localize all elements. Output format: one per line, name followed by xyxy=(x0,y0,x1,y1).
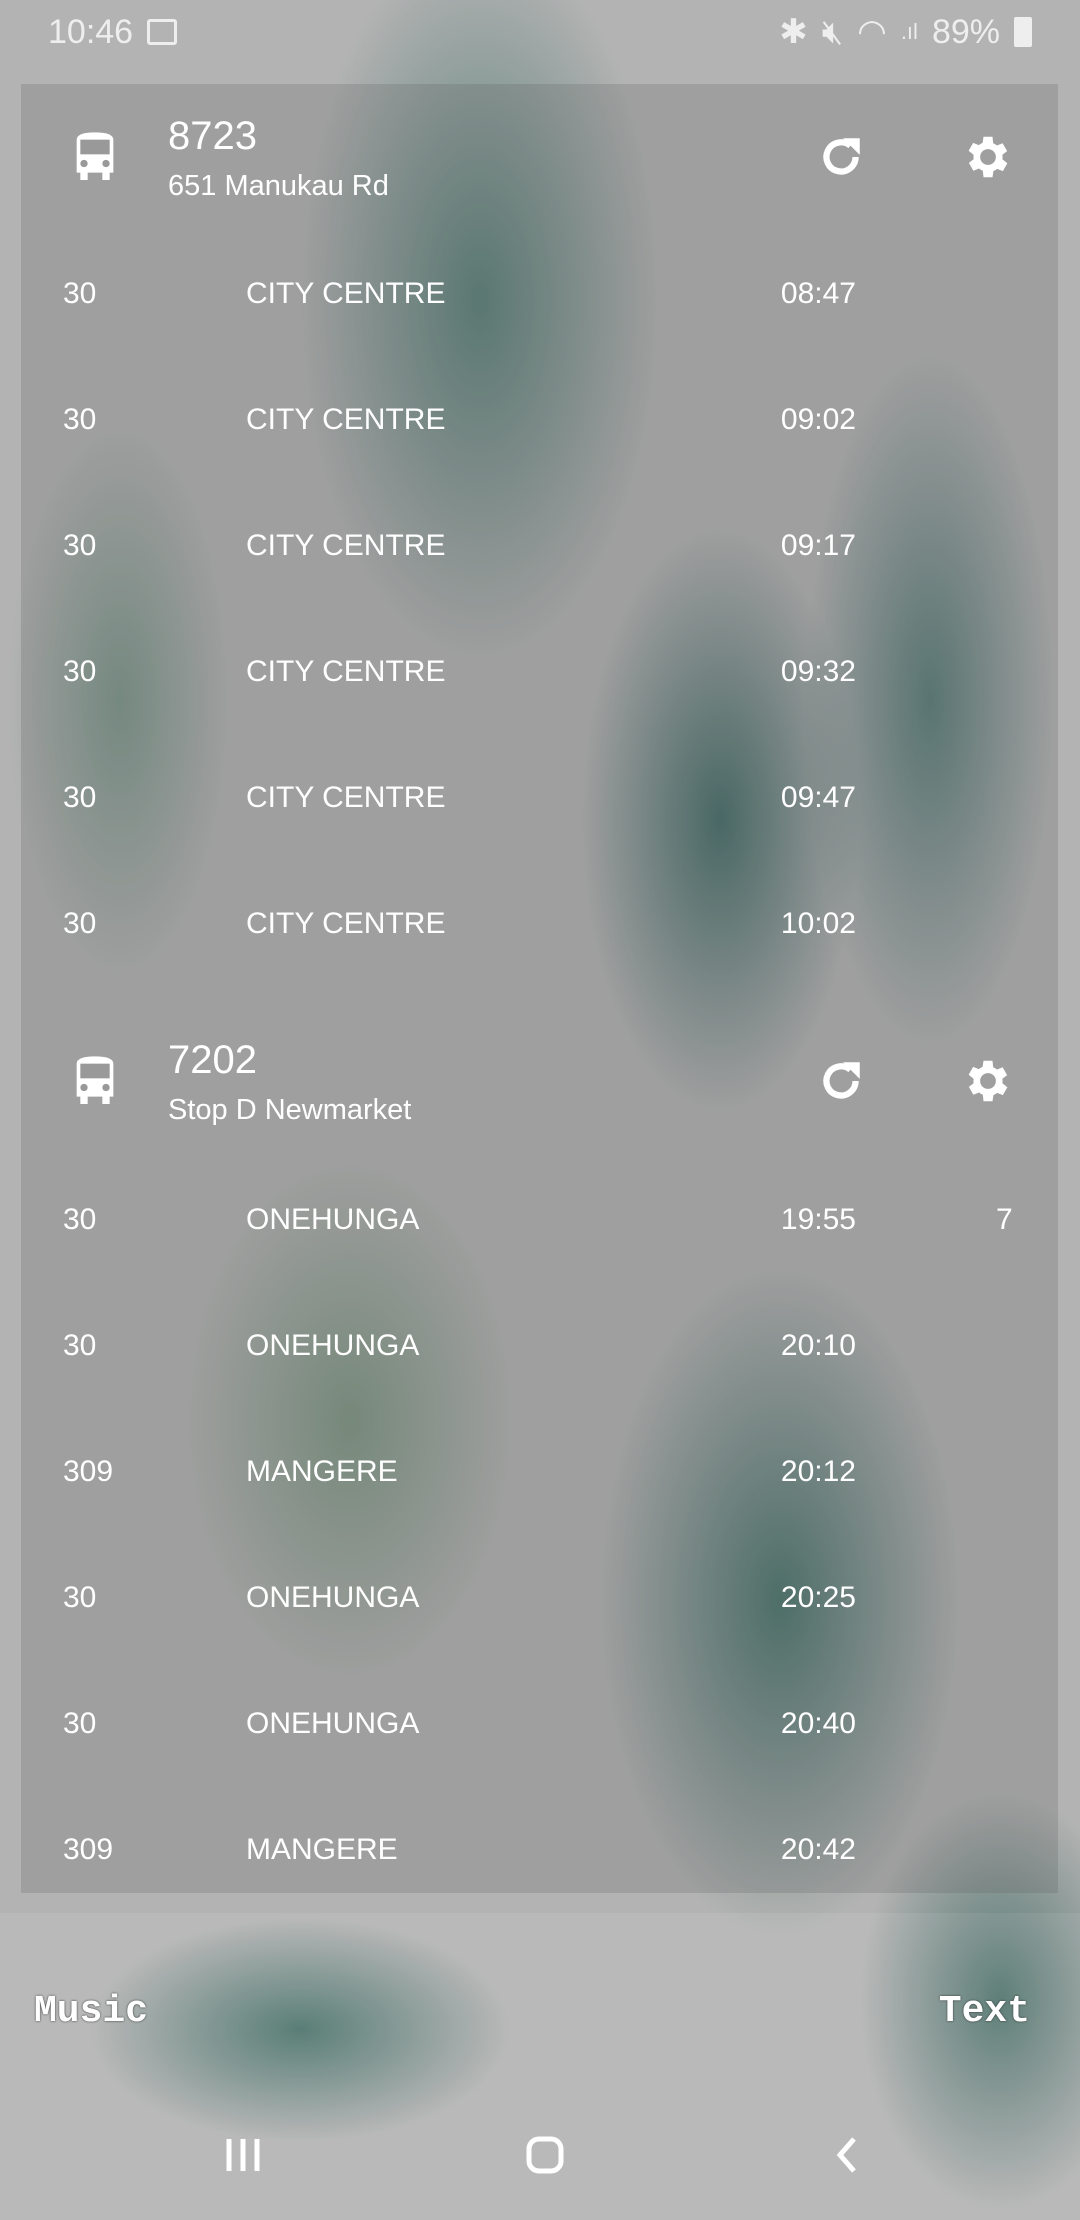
departure-time: 20:10 xyxy=(780,1329,856,1362)
route-number: 30 xyxy=(63,1203,97,1236)
destination: CITY CENTRE xyxy=(246,907,446,940)
departure-time: 08:47 xyxy=(780,277,856,310)
departure-row[interactable]: 30 ONEHUNGA 19:55 7 xyxy=(21,1190,1058,1250)
text-shortcut[interactable]: Text xyxy=(939,1990,1030,2033)
departure-row[interactable]: 30 ONEHUNGA 20:10 xyxy=(21,1316,1058,1376)
destination: CITY CENTRE xyxy=(246,277,446,310)
battery-level: 89% xyxy=(931,12,1000,51)
departure-time: 20:40 xyxy=(780,1707,856,1740)
stop-number: 7202 xyxy=(168,1038,257,1082)
signal-icon: .ıl xyxy=(900,19,918,44)
departure-time: 09:17 xyxy=(780,529,856,562)
bluetooth-icon: ✱ xyxy=(779,13,808,51)
destination: ONEHUNGA xyxy=(246,1707,420,1740)
departure-time: 20:12 xyxy=(780,1455,856,1488)
departure-time: 20:42 xyxy=(780,1833,856,1866)
route-number: 30 xyxy=(63,529,97,562)
departure-row[interactable]: 30 CITY CENTRE 10:02 xyxy=(21,894,1058,954)
departure-time: 19:55 xyxy=(780,1203,856,1236)
destination: CITY CENTRE xyxy=(246,403,446,436)
widget-header: 7202 Stop D Newmarket xyxy=(21,1008,1058,1163)
recents-button[interactable] xyxy=(213,2125,273,2185)
departure-row[interactable]: 309 MANGERE 20:12 xyxy=(21,1442,1058,1502)
stop-number: 8723 xyxy=(168,114,257,158)
battery-icon xyxy=(1014,17,1032,47)
minutes-until: 7 xyxy=(996,1203,1013,1236)
route-number: 30 xyxy=(63,781,97,814)
gallery-notification-icon xyxy=(147,19,178,45)
departure-time: 20:25 xyxy=(780,1581,856,1614)
destination: CITY CENTRE xyxy=(246,781,446,814)
departure-time: 09:02 xyxy=(780,403,856,436)
stop-name: Stop D Newmarket xyxy=(168,1094,412,1126)
bus-icon xyxy=(76,1056,114,1104)
widget-header: 8723 651 Manukau Rd xyxy=(21,84,1058,239)
route-number: 30 xyxy=(63,1707,97,1740)
destination: CITY CENTRE xyxy=(246,529,446,562)
route-number: 309 xyxy=(63,1455,114,1488)
route-number: 30 xyxy=(63,1329,97,1362)
destination: ONEHUNGA xyxy=(246,1581,420,1614)
refresh-icon[interactable] xyxy=(816,132,866,182)
departure-row[interactable]: 30 CITY CENTRE 09:17 xyxy=(21,516,1058,576)
departure-row[interactable]: 30 CITY CENTRE 09:02 xyxy=(21,390,1058,450)
departure-widget-2: 7202 Stop D Newmarket 30 ONEHUNGA 19:55 7 30… xyxy=(21,1008,1058,1893)
departure-row[interactable]: 30 ONEHUNGA 20:25 xyxy=(21,1568,1058,1628)
departure-row[interactable]: 30 CITY CENTRE 08:47 xyxy=(21,264,1058,324)
status-bar: 10:46 ✱ 🔇︎ ◠ .ıl 89% xyxy=(0,0,1080,64)
clock: 10:46 xyxy=(48,12,134,51)
wifi-icon: ◠ xyxy=(857,13,887,51)
departure-time: 10:02 xyxy=(780,907,856,940)
stop-name: 651 Manukau Rd xyxy=(168,170,389,202)
destination: ONEHUNGA xyxy=(246,1203,420,1236)
destination: CITY CENTRE xyxy=(246,655,446,688)
departure-time: 09:47 xyxy=(780,781,856,814)
route-number: 30 xyxy=(63,403,97,436)
destination: MANGERE xyxy=(246,1833,398,1866)
back-button[interactable] xyxy=(818,2125,878,2185)
gear-icon[interactable] xyxy=(961,1054,1015,1108)
gear-icon[interactable] xyxy=(961,130,1015,184)
departure-row[interactable]: 30 ONEHUNGA 20:40 xyxy=(21,1694,1058,1754)
home-button[interactable] xyxy=(515,2125,575,2185)
bus-icon xyxy=(76,132,114,180)
route-number: 30 xyxy=(63,1581,97,1614)
departure-row[interactable]: 30 CITY CENTRE 09:47 xyxy=(21,768,1058,828)
route-number: 30 xyxy=(63,277,97,310)
departure-widget-1: 8723 651 Manukau Rd 30 CITY CENTRE 08:47 30… xyxy=(21,84,1058,1008)
music-shortcut[interactable]: Music xyxy=(34,1990,148,2033)
departure-row[interactable]: 309 MANGERE 20:42 xyxy=(21,1820,1058,1880)
route-number: 30 xyxy=(63,655,97,688)
route-number: 309 xyxy=(63,1833,114,1866)
refresh-icon[interactable] xyxy=(816,1056,866,1106)
destination: ONEHUNGA xyxy=(246,1329,420,1362)
destination: MANGERE xyxy=(246,1455,398,1488)
mute-icon: 🔇︎ xyxy=(821,12,844,51)
departure-time: 09:32 xyxy=(780,655,856,688)
route-number: 30 xyxy=(63,907,97,940)
departure-row[interactable]: 30 CITY CENTRE 09:32 xyxy=(21,642,1058,702)
